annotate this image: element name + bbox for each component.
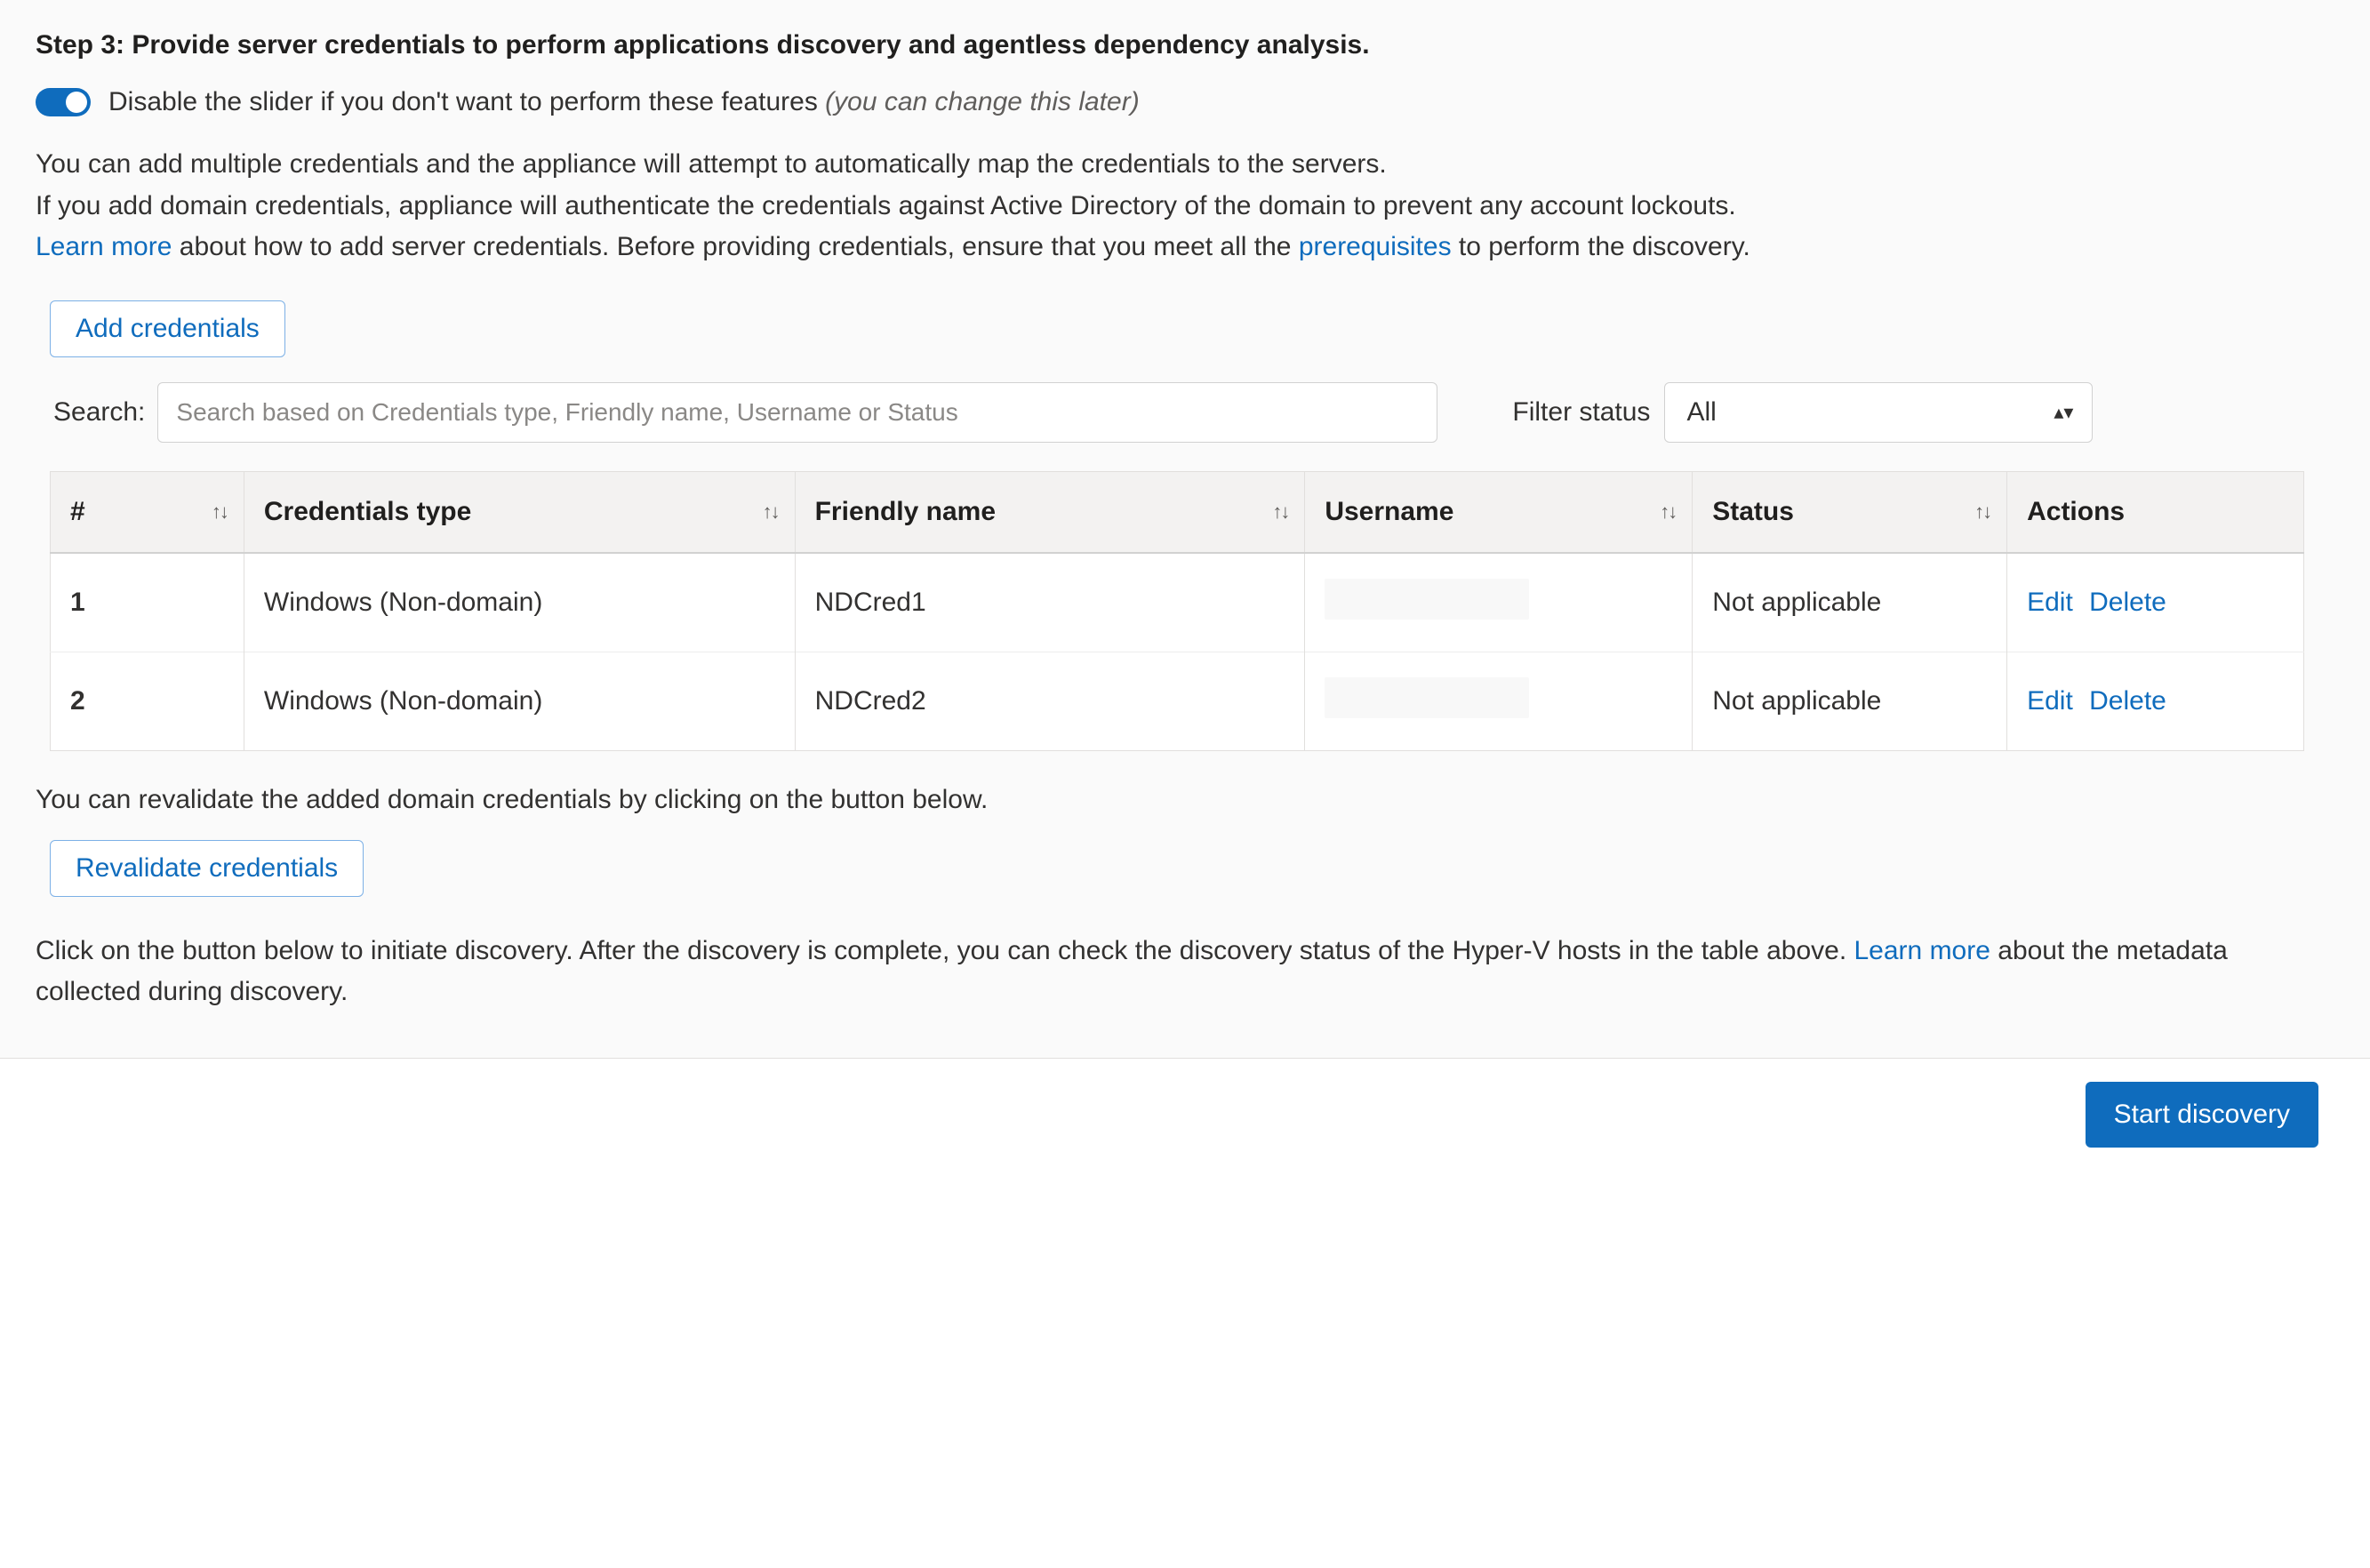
revalidate-description: You can revalidate the added domain cred… <box>36 785 2334 815</box>
initiate-discovery-description: Click on the button below to initiate di… <box>36 931 2334 1013</box>
learn-more-link[interactable]: Learn more <box>36 232 172 261</box>
cell-friendly-name: NDCred1 <box>795 553 1305 652</box>
controls-section: Add credentials Search: Filter status Al… <box>50 300 2334 751</box>
table-row: 1 Windows (Non-domain) NDCred1 Not appli… <box>51 553 2304 652</box>
sort-icon: ↑↓ <box>1272 500 1288 524</box>
cell-type: Windows (Non-domain) <box>244 553 795 652</box>
col-header-user-label: Username <box>1325 497 1453 526</box>
desc-line3-mid: about how to add server credentials. Bef… <box>172 232 1298 261</box>
final-text-1: Click on the button below to initiate di… <box>36 936 1854 965</box>
edit-link[interactable]: Edit <box>2027 588 2073 617</box>
cell-number: 1 <box>51 553 244 652</box>
cell-username <box>1305 652 1693 750</box>
cell-friendly-name: NDCred2 <box>795 652 1305 750</box>
step3-panel: Step 3: Provide server credentials to pe… <box>0 0 2370 1059</box>
filter-status-label: Filter status <box>1512 397 1650 428</box>
toggle-label-italic: (you can change this later) <box>825 87 1140 116</box>
table-header-row: # ↑↓ Credentials type ↑↓ Friendly name ↑↓ U… <box>51 471 2304 553</box>
filter-status-select[interactable]: All <box>1664 382 2093 443</box>
feature-toggle-label: Disable the slider if you don't want to … <box>108 87 1140 117</box>
cell-number: 2 <box>51 652 244 750</box>
col-header-type-label: Credentials type <box>264 497 471 526</box>
table-row: 2 Windows (Non-domain) NDCred2 Not appli… <box>51 652 2304 750</box>
col-header-status[interactable]: Status ↑↓ <box>1693 471 2007 553</box>
prerequisites-link[interactable]: prerequisites <box>1299 232 1452 261</box>
start-discovery-button[interactable]: Start discovery <box>2086 1082 2318 1148</box>
edit-link[interactable]: Edit <box>2027 686 2073 716</box>
desc-line3: Learn more about how to add server crede… <box>36 227 2334 268</box>
username-redacted <box>1325 677 1529 718</box>
col-header-username[interactable]: Username ↑↓ <box>1305 471 1693 553</box>
filter-select-wrap: All ▴▾ <box>1664 382 2093 443</box>
credentials-description: You can add multiple credentials and the… <box>36 144 2334 268</box>
sort-icon: ↑↓ <box>763 500 779 524</box>
col-header-number[interactable]: # ↑↓ <box>51 471 244 553</box>
cell-type: Windows (Non-domain) <box>244 652 795 750</box>
col-header-type[interactable]: Credentials type ↑↓ <box>244 471 795 553</box>
search-label: Search: <box>53 397 145 428</box>
desc-line3-end: to perform the discovery. <box>1452 232 1750 261</box>
search-filter-row: Search: Filter status All ▴▾ <box>53 382 2334 443</box>
cell-status: Not applicable <box>1693 652 2007 750</box>
add-credentials-button[interactable]: Add credentials <box>50 300 285 357</box>
cell-actions: Edit Delete <box>2007 652 2304 750</box>
search-input[interactable] <box>157 382 1437 443</box>
delete-link[interactable]: Delete <box>2089 686 2166 716</box>
footer-bar: Start discovery <box>0 1059 2370 1171</box>
desc-line2: If you add domain credentials, appliance… <box>36 186 2334 228</box>
col-header-status-label: Status <box>1712 497 1794 526</box>
sort-icon: ↑↓ <box>212 500 228 524</box>
sort-icon: ↑↓ <box>1660 500 1676 524</box>
cell-status: Not applicable <box>1693 553 2007 652</box>
delete-link[interactable]: Delete <box>2089 588 2166 617</box>
feature-toggle-row: Disable the slider if you don't want to … <box>36 87 2334 117</box>
cell-username <box>1305 553 1693 652</box>
credentials-table: # ↑↓ Credentials type ↑↓ Friendly name ↑↓ U… <box>50 471 2304 751</box>
revalidate-credentials-button[interactable]: Revalidate credentials <box>50 840 364 897</box>
col-header-friendly-name[interactable]: Friendly name ↑↓ <box>795 471 1305 553</box>
toggle-label-text: Disable the slider if you don't want to … <box>108 87 825 116</box>
feature-toggle[interactable] <box>36 88 91 116</box>
col-header-fname-label: Friendly name <box>815 497 996 526</box>
cell-actions: Edit Delete <box>2007 553 2304 652</box>
toggle-thumb <box>66 92 87 113</box>
learn-more-metadata-link[interactable]: Learn more <box>1854 936 1990 965</box>
step-title: Step 3: Provide server credentials to pe… <box>36 30 2334 60</box>
col-header-actions: Actions <box>2007 471 2304 553</box>
col-header-number-label: # <box>70 497 85 526</box>
revalidate-button-wrap: Revalidate credentials <box>50 840 2334 897</box>
desc-line1: You can add multiple credentials and the… <box>36 144 2334 186</box>
col-header-actions-label: Actions <box>2027 497 2125 526</box>
sort-icon: ↑↓ <box>1974 500 1990 524</box>
username-redacted <box>1325 579 1529 620</box>
